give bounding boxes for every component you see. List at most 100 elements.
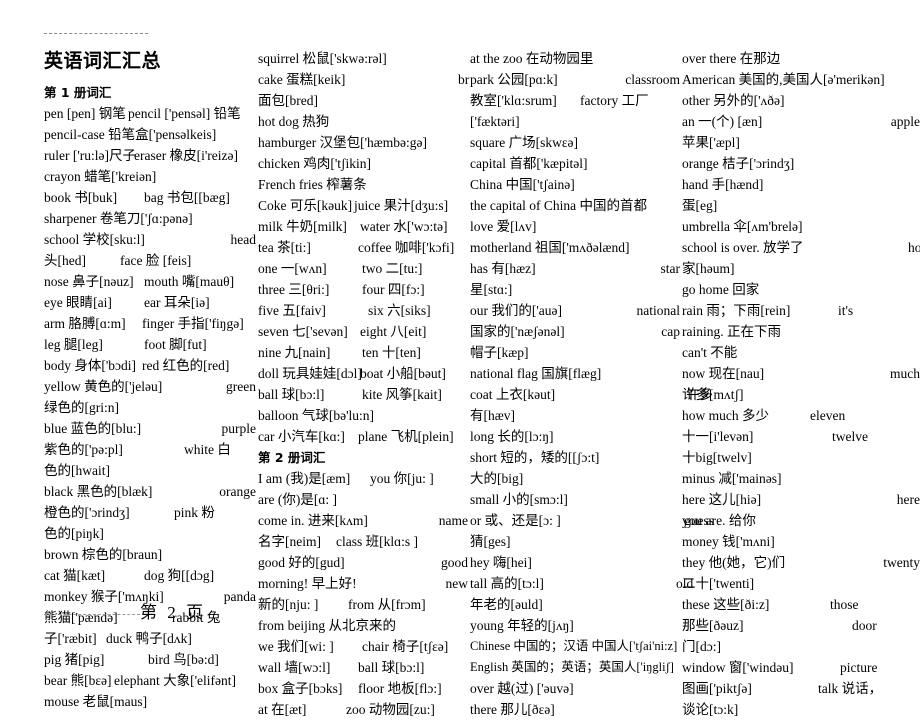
vocab-line: our 我们的['auə] national <box>470 300 680 321</box>
vocab-entry: 年老的[əuld] <box>470 597 543 612</box>
vocab-entry-tail: chair 椅子[tʃɛə] <box>362 639 449 654</box>
vocab-line: 大的[big] <box>470 468 680 489</box>
vocab-line: orange 桔子['ɔrindʒ] <box>682 153 920 174</box>
overlap-ershi-old: 二十['twenti] old <box>676 573 754 594</box>
vocab-entry: hamburger 汉堡包['hæmbə:gə] <box>258 135 428 150</box>
vocab-entry-tail: coffee 咖啡['kɔfi] <box>358 240 455 255</box>
vocab-line: go home 回家 <box>682 279 920 300</box>
vocab-entry-right: cap <box>661 324 680 339</box>
vocab-entry: or 或、还是[ɔ: ] <box>470 513 561 528</box>
vocab-line: 那些[ðəuz] door <box>682 615 920 636</box>
vocab-entry: the capital of China 中国的首都 <box>470 198 647 213</box>
vocab-line: has 有[hæz] star <box>470 258 680 279</box>
vocab-entry-tail: duck 鸭子[dʌk] <box>106 631 192 646</box>
vocab-entry: three 三[θri:] <box>258 282 330 297</box>
vocab-entry-right: apple <box>890 114 920 129</box>
vocab-entry: body 身体['bɔdi] <box>44 358 137 373</box>
vocab-entry: long 长的[lɔ:ŋ] <box>470 429 554 444</box>
overlap-you-are-guess: you are. 给你 guess <box>682 510 756 531</box>
document-page: 英语词汇汇总 第 1 册词汇 pen [pen] 钢笔 pencil ['pens… <box>0 0 920 717</box>
vocab-entry: 图画['piktʃə] <box>682 681 752 696</box>
vocab-entry-tail: ear 耳朵[iə] <box>144 295 210 310</box>
vocab-line: short 短的，矮的[[ʃɔ:t] <box>470 447 680 468</box>
vocab-entry: I am (我)是[æm] <box>258 471 351 486</box>
vocab-entry-tail: you 你[ju: ] <box>370 471 434 486</box>
vocab-entry: balloon 气球[bə'lu:n] <box>258 408 375 423</box>
vocab-entry: 子['ræbit] <box>44 631 97 646</box>
footer-divider-rule <box>44 614 140 615</box>
vocab-line: brown 棕色的[braun] <box>44 544 256 565</box>
vocab-line: window 窗['windəu] picture <box>682 657 920 678</box>
vocab-line: wall 墙[wɔ:l] ball 球[bɔ:l] <box>258 657 468 678</box>
vocab-entry: raining. 正在下雨 <box>682 324 781 339</box>
vocab-entry-tail: eraser 橡皮[i'reizə] <box>134 148 238 163</box>
vocab-entry: short 短的，矮的[[ʃɔ:t] <box>470 450 600 465</box>
vocab-entry-right: name <box>438 513 468 528</box>
vocab-entry: 大的[big] <box>470 471 524 486</box>
vocab-entry: crayon 蜡笔['kreiən] <box>44 169 157 184</box>
vocab-line: school 学校[sku:l] head <box>44 229 256 250</box>
vocab-line: national flag 国旗[flæg] <box>470 363 680 384</box>
vocab-entry: 国家的['næʃənəl] <box>470 324 565 339</box>
vocab-line: 色的[piŋk] <box>44 523 256 544</box>
vocab-line: five 五[faiv] six 六[siks] <box>258 300 468 321</box>
vocab-line: cat 猫[kæt] dog 狗[[dɔg] <box>44 565 256 586</box>
vocab-line: hand 手[hænd] <box>682 174 920 195</box>
vocab-entry-tail: juice 果汁[dʒu:s] <box>354 198 449 213</box>
vocab-entry: these 这些[ði:z] <box>682 597 770 612</box>
vocab-line: you are. 给你 guess <box>682 510 920 531</box>
vocab-entry: 教室['klɑ:srum] <box>470 93 557 108</box>
vocab-line: young 年轻的[jʌŋ] <box>470 615 680 636</box>
vocab-line: seven 七['sevən] eight 八[eit] <box>258 321 468 342</box>
vocab-entry-tail: factory 工厂 <box>580 93 649 108</box>
vocab-column-3: at the zoo 在动物园里 park 公园[pɑ:k] classroom … <box>470 48 680 720</box>
vocab-entry: 橙色的['ɔrindʒ] <box>44 505 130 520</box>
vocab-line: 面包[bred] <box>258 90 468 111</box>
vocab-entry: hand 手[hænd] <box>682 177 764 192</box>
vocab-entry-right: it's <box>838 303 854 318</box>
vocab-entry-right: those <box>830 597 859 612</box>
vocab-entry: at 在[æt] <box>258 702 307 717</box>
vocab-entry: brown 棕色的[braun] <box>44 547 163 562</box>
vocab-line: chicken 鸡肉['tʃikin] <box>258 153 468 174</box>
vocab-line: there 那儿[ðɛə] <box>470 699 680 720</box>
vocab-line: at 在[æt] zoo 动物园[zu:] <box>258 699 468 720</box>
vocab-entry: pen [pen] 钢笔 <box>44 106 126 121</box>
vocab-entry-tail: pencil ['pensəl] 铅笔 <box>128 106 241 121</box>
overlap-over: old <box>676 576 694 591</box>
vocab-line: Chinese 中国的；汉语 中国人['tʃai'ni:z] <box>470 636 680 657</box>
vocab-entry: one 一[wʌn] <box>258 261 327 276</box>
vocab-entry-tail: boat 小船[bəut] <box>360 366 446 381</box>
vocab-line: 星[stɑ:] <box>470 279 680 300</box>
vocab-entry: wall 墙[wɔ:l] <box>258 660 331 675</box>
vocab-line: French fries 榨薯条 <box>258 174 468 195</box>
vocab-line: English 英国的；英语；英国人['iŋgliʃ] <box>470 657 680 678</box>
vocab-line: coat 上衣[kəut] <box>470 384 680 405</box>
vocab-entry-tail: pink 粉 <box>174 505 215 520</box>
vocab-entry: capital 首都['kæpitəl] <box>470 156 588 171</box>
vocab-entry: 星[stɑ:] <box>470 282 513 297</box>
vocab-entry: 那些[ðəuz] <box>682 618 744 633</box>
vocab-entry: square 广场[skwɛə] <box>470 135 579 150</box>
vocab-line: 名字[neim] class 班[klɑ:s ] <box>258 531 468 552</box>
vocab-line: pencil-case 铅笔盒['pensəlkeis] <box>44 124 256 145</box>
vocab-line: squirrel 松鼠['skwə:rəl] <box>258 48 468 69</box>
vocab-entry-tail: kite 风筝[kait] <box>362 387 442 402</box>
vocab-entry-right: eleven <box>810 408 846 423</box>
vocab-line: square 广场[skwɛə] <box>470 132 680 153</box>
vocab-entry: we 我们[wi: ] <box>258 639 334 654</box>
vocab-entry-right: good <box>441 555 468 570</box>
vocab-line: 紫色的['pə:pl] white 白 <box>44 439 256 460</box>
vocab-entry: orange 桔子['ɔrindʒ] <box>682 156 795 171</box>
vocab-line: morning! 早上好! new <box>258 573 468 594</box>
vocab-line: tall 高的[tɔ:l] <box>470 573 680 594</box>
section-heading-book2: 第 2 册词汇 <box>258 450 326 465</box>
vocab-line: good 好的[gud] good <box>258 552 468 573</box>
overlap-xuduo: 许多[mʌtʃ] 许多 <box>682 384 744 405</box>
vocab-line: pig 猪[pig] bird 鸟[bə:d] <box>44 649 256 670</box>
vocab-entry-right: twelve <box>832 429 868 444</box>
vocab-line: ['fæktəri] <box>470 111 680 132</box>
vocab-line: at the zoo 在动物园里 <box>470 48 680 69</box>
vocab-entry: car 小汽车[kɑ:] <box>258 429 345 444</box>
vocab-line: umbrella 伞[ʌm'brelə] <box>682 216 920 237</box>
